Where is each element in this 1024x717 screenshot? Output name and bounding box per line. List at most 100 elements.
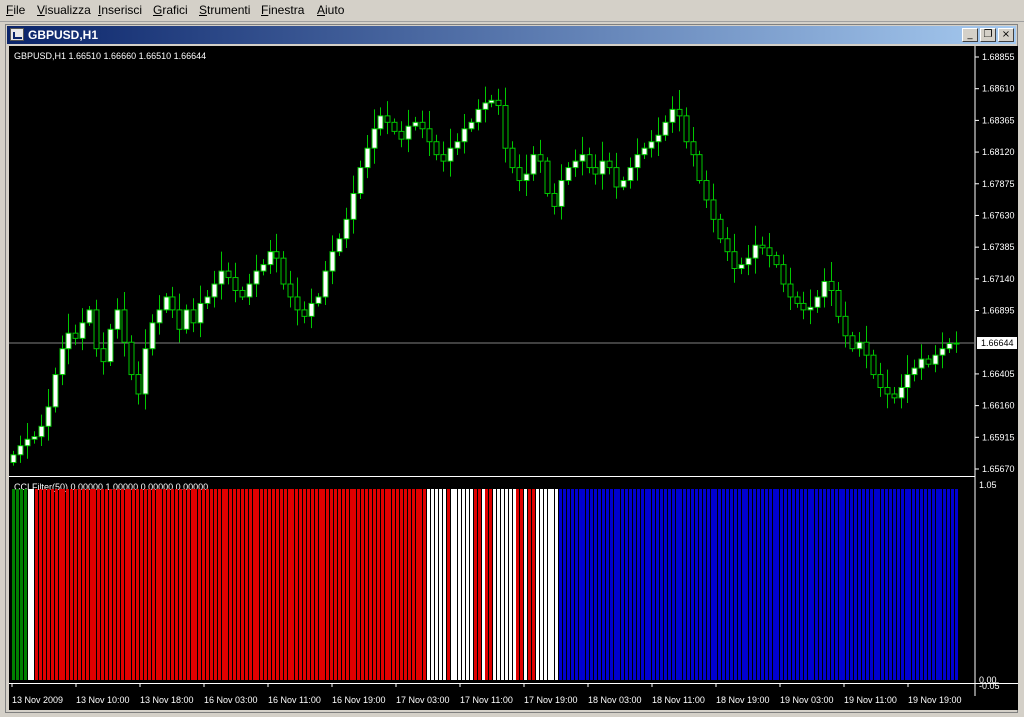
candle-body bbox=[322, 270, 329, 298]
candle-body bbox=[759, 244, 766, 249]
candle-body bbox=[606, 160, 613, 169]
menu-aiuto[interactable]: Aiuto bbox=[317, 3, 344, 17]
candle-body bbox=[516, 167, 523, 182]
candle-body bbox=[246, 283, 253, 298]
candle-body bbox=[800, 302, 807, 311]
candle-body bbox=[724, 238, 731, 253]
candle-body bbox=[821, 280, 828, 298]
price-tick-label: 1.67630 bbox=[982, 210, 1015, 220]
candle-body bbox=[412, 121, 419, 127]
candle-body bbox=[717, 218, 724, 240]
candle-body bbox=[10, 454, 17, 464]
candle-body bbox=[835, 289, 842, 317]
candle-body bbox=[544, 160, 551, 194]
menu-file[interactable]: File bbox=[6, 3, 25, 17]
candle-body bbox=[703, 180, 710, 201]
candle-body bbox=[475, 108, 482, 123]
chart-info-text: GBPUSD,H1 1.66510 1.66660 1.66510 1.6664… bbox=[14, 51, 206, 61]
candle-body bbox=[190, 309, 197, 324]
candle-body bbox=[565, 167, 572, 182]
candle-body bbox=[24, 438, 31, 447]
menu-grafici[interactable]: Grafici bbox=[153, 3, 188, 17]
restore-button[interactable]: ❐ bbox=[980, 28, 996, 42]
candle-body bbox=[710, 199, 717, 220]
candle-body bbox=[93, 309, 100, 350]
candle-body bbox=[488, 99, 495, 104]
candle-body bbox=[107, 328, 114, 363]
candle-body bbox=[690, 141, 697, 156]
candle-body bbox=[419, 121, 426, 130]
candle-body bbox=[371, 128, 378, 149]
candle-body bbox=[752, 244, 759, 259]
minimize-button[interactable]: _ bbox=[962, 28, 978, 42]
candle-body bbox=[655, 134, 662, 143]
candle-body bbox=[731, 251, 738, 269]
candle-body bbox=[142, 348, 149, 395]
menu-strumenti[interactable]: Strumenti bbox=[199, 3, 250, 17]
candle-body bbox=[745, 257, 752, 266]
candle-body bbox=[239, 289, 246, 298]
candle-body bbox=[273, 251, 280, 259]
candle-body bbox=[766, 247, 773, 257]
price-tick-label: 1.66160 bbox=[982, 401, 1015, 411]
price-tick-label: 1.66405 bbox=[982, 369, 1015, 379]
candle-body bbox=[149, 322, 156, 350]
price-tick-label: 1.68120 bbox=[982, 147, 1015, 157]
candle-body bbox=[676, 108, 683, 117]
candle-body bbox=[461, 128, 468, 143]
candle-body bbox=[918, 358, 925, 369]
price-tick-label: 1.68365 bbox=[982, 115, 1015, 125]
candle-body bbox=[384, 115, 391, 123]
candle-body bbox=[253, 270, 260, 285]
price-tick-label: 1.65670 bbox=[982, 464, 1015, 474]
candle-body bbox=[433, 141, 440, 156]
menu-inserisci[interactable]: Inserisci bbox=[98, 3, 142, 17]
candle-body bbox=[398, 130, 405, 140]
candle-body bbox=[592, 167, 599, 175]
menu-finestra[interactable]: Finestra bbox=[261, 3, 304, 17]
candle-body bbox=[38, 425, 45, 438]
candle-body bbox=[891, 393, 898, 399]
price-tick-label: 1.68610 bbox=[982, 84, 1015, 94]
candle-body bbox=[426, 128, 433, 143]
candle-body bbox=[31, 436, 38, 440]
candle-body bbox=[218, 270, 225, 285]
time-tick-label: 13 Nov 10:00 bbox=[76, 695, 130, 705]
candle-body bbox=[176, 309, 183, 330]
candle-body bbox=[225, 270, 232, 279]
candle-body bbox=[280, 257, 287, 285]
candle-body bbox=[163, 296, 170, 311]
candle-body bbox=[197, 302, 204, 324]
candle-body bbox=[558, 180, 565, 207]
time-tick-label: 17 Nov 03:00 bbox=[396, 695, 450, 705]
time-tick-label: 17 Nov 19:00 bbox=[524, 695, 578, 705]
candle-body bbox=[828, 280, 835, 291]
candle-body bbox=[482, 102, 489, 110]
candle-body bbox=[72, 332, 79, 339]
time-tick-label: 18 Nov 19:00 bbox=[716, 695, 770, 705]
candle-body bbox=[364, 147, 371, 169]
candle-body bbox=[357, 167, 364, 194]
candle-body bbox=[204, 296, 211, 304]
candle-body bbox=[814, 296, 821, 308]
candle-body bbox=[537, 154, 544, 162]
candle-body bbox=[447, 147, 454, 162]
candle-body bbox=[932, 354, 939, 365]
candle-body bbox=[468, 121, 475, 130]
candle-body bbox=[613, 167, 620, 188]
candle-body bbox=[572, 160, 579, 169]
price-tick-label: 1.68855 bbox=[982, 52, 1015, 62]
time-tick-label: 16 Nov 19:00 bbox=[332, 695, 386, 705]
time-tick-label: 17 Nov 11:00 bbox=[460, 695, 513, 705]
price-tick-label: 1.67875 bbox=[982, 179, 1015, 189]
time-tick-label: 19 Nov 03:00 bbox=[780, 695, 834, 705]
indicator-axis-label: 1.05 bbox=[979, 480, 997, 490]
price-tick-label: 1.67385 bbox=[982, 242, 1015, 252]
candle-body bbox=[946, 343, 953, 350]
price-tick-label: 1.66895 bbox=[982, 306, 1015, 316]
title-bar[interactable]: GBPUSD,H1 _ ❐ × bbox=[7, 26, 1016, 44]
menu-visualizza[interactable]: Visualizza bbox=[37, 3, 91, 17]
close-button[interactable]: × bbox=[998, 28, 1014, 42]
candle-body bbox=[787, 283, 794, 298]
chart-area[interactable]: 1.68855 1.68610 1.68365 1.68120 1.67875 1.676… bbox=[9, 46, 1018, 710]
